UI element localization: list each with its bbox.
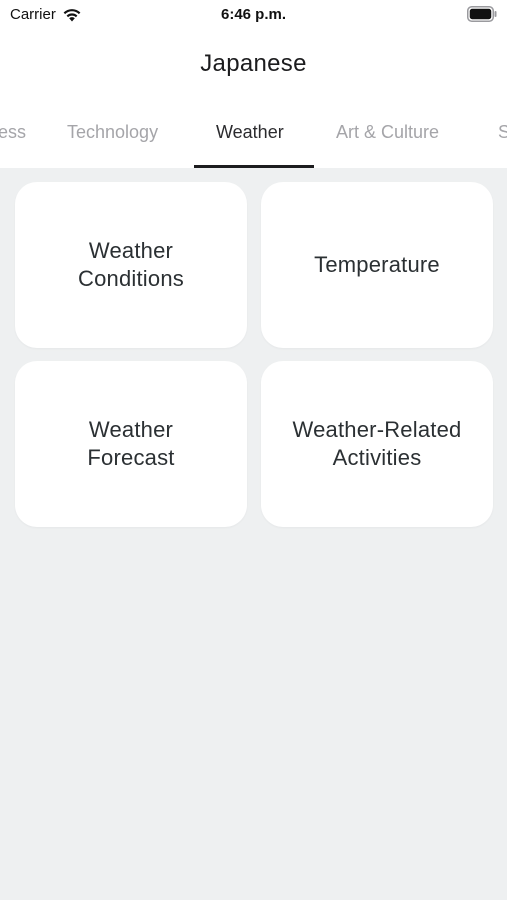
status-time: 6:46 p.m. — [220, 6, 287, 23]
tab-art-culture[interactable]: Art & Culture — [336, 122, 439, 143]
card-label: Weather Forecast — [87, 417, 175, 470]
tab-next-partial[interactable]: S — [498, 122, 507, 143]
card-weather-related-activities[interactable]: Weather-Related Activities — [261, 361, 493, 527]
card-weather-conditions[interactable]: Weather Conditions — [15, 182, 247, 348]
battery-icon — [467, 6, 497, 22]
card-label: Temperature — [314, 252, 440, 277]
page-title: Japanese — [200, 50, 307, 77]
card-weather-forecast[interactable]: Weather Forecast — [15, 361, 247, 527]
tab-technology[interactable]: Technology — [67, 122, 158, 143]
app-screen: Carrier 6:46 p.m. Japanese ess Technolog… — [0, 0, 507, 900]
tab-business[interactable]: ess — [0, 122, 26, 143]
card-label: Weather Conditions — [78, 238, 184, 291]
status-bar: Carrier 6:46 p.m. — [0, 0, 507, 32]
card-temperature[interactable]: Temperature — [261, 182, 493, 348]
topic-grid: Weather Conditions Temperature Weather F… — [0, 168, 507, 900]
category-tabs: ess Technology Weather Art & Culture S — [0, 108, 507, 168]
card-label: Weather-Related Activities — [292, 417, 462, 470]
tab-weather[interactable]: Weather — [216, 122, 284, 143]
